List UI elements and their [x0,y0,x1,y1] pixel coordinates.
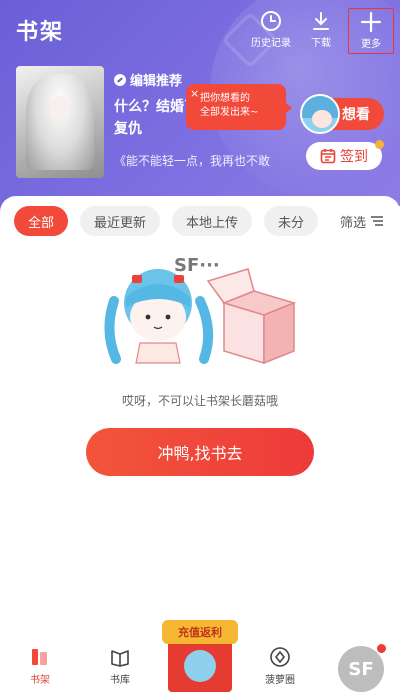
book-library-icon [111,650,129,667]
bookshelf-icon [32,649,47,665]
nav-pineapple-circle-label: 菠萝圈 [265,675,295,686]
plus-icon [360,11,382,33]
promo-label: 充值返利 [162,620,238,644]
filter-chips: 全部 最近更新 本地上传 未分 [14,206,319,236]
notification-dot [375,140,384,149]
clock-icon [261,11,281,31]
chip-all[interactable]: 全部 [14,206,69,236]
filter-button[interactable]: 筛选 [328,206,400,236]
nav-bookshelf[interactable]: 书架 [0,640,80,692]
history-button[interactable]: 历史记录 [248,8,294,54]
cover-art [26,74,94,170]
history-label: 历史记录 [251,38,291,49]
top-actions: 历史记录 下载 更多 [248,8,394,54]
cover-art-face [49,96,71,122]
find-books-button[interactable]: 冲鸭,找书去 [86,428,314,476]
download-button[interactable]: 下载 [298,8,344,54]
nav-bookshelf-label: 书架 [30,675,50,686]
chip-unsorted[interactable]: 未分 [264,206,319,236]
nav-library-label: 书库 [110,675,130,686]
chip-local-upload[interactable]: 本地上传 [172,206,253,236]
page-title: 书架 [16,20,65,45]
tooltip-line-1: 把你想看的 [200,93,250,104]
filter-icon [371,216,383,226]
calendar-icon [320,149,336,164]
tooltip-close-icon[interactable]: × [190,87,199,101]
pineapple-circle-icon [270,647,290,667]
more-label: 更多 [361,39,381,50]
empty-shelf-illustration: SF··· [104,255,297,365]
request-tooltip: × 把你想看的 全部发出来~ [186,84,292,130]
profile-avatar[interactable]: SF [338,644,386,692]
recommended-book-cover[interactable] [16,66,104,178]
editor-pick-tag: 编辑推荐 [114,70,182,89]
avatar-logo: SF [348,658,374,680]
want-to-read-label: 想看 [342,107,370,123]
mascot-face [312,110,332,128]
download-icon [313,12,329,30]
tooltip-line-2: 全部发出来~ [200,107,259,118]
filter-label: 筛选 [339,215,366,231]
nav-pineapple-circle[interactable]: 菠萝圈 [240,640,320,692]
empty-message: 哎呀，不可以让书架长蘑菇哦 [121,394,278,408]
notification-dot [377,644,386,653]
editor-pick-label: 编辑推荐 [130,74,183,89]
recharge-promo[interactable]: 充值返利 [162,610,238,692]
chip-recent-update[interactable]: 最近更新 [80,206,161,236]
pen-icon [114,73,126,86]
find-books-label: 冲鸭,找书去 [157,444,243,463]
checkin-label: 签到 [340,149,368,165]
recommended-book-description: 《能不能轻一点，我再也不敢 [114,154,271,168]
sf-logo-text: SF··· [174,255,220,276]
checkin-button[interactable]: 签到 [306,140,384,170]
nav-library[interactable]: 书库 [80,640,160,692]
download-label: 下载 [311,38,331,49]
more-button[interactable]: 更多 [348,8,394,54]
mascot-avatar [300,94,340,134]
promo-mascot [184,650,216,682]
